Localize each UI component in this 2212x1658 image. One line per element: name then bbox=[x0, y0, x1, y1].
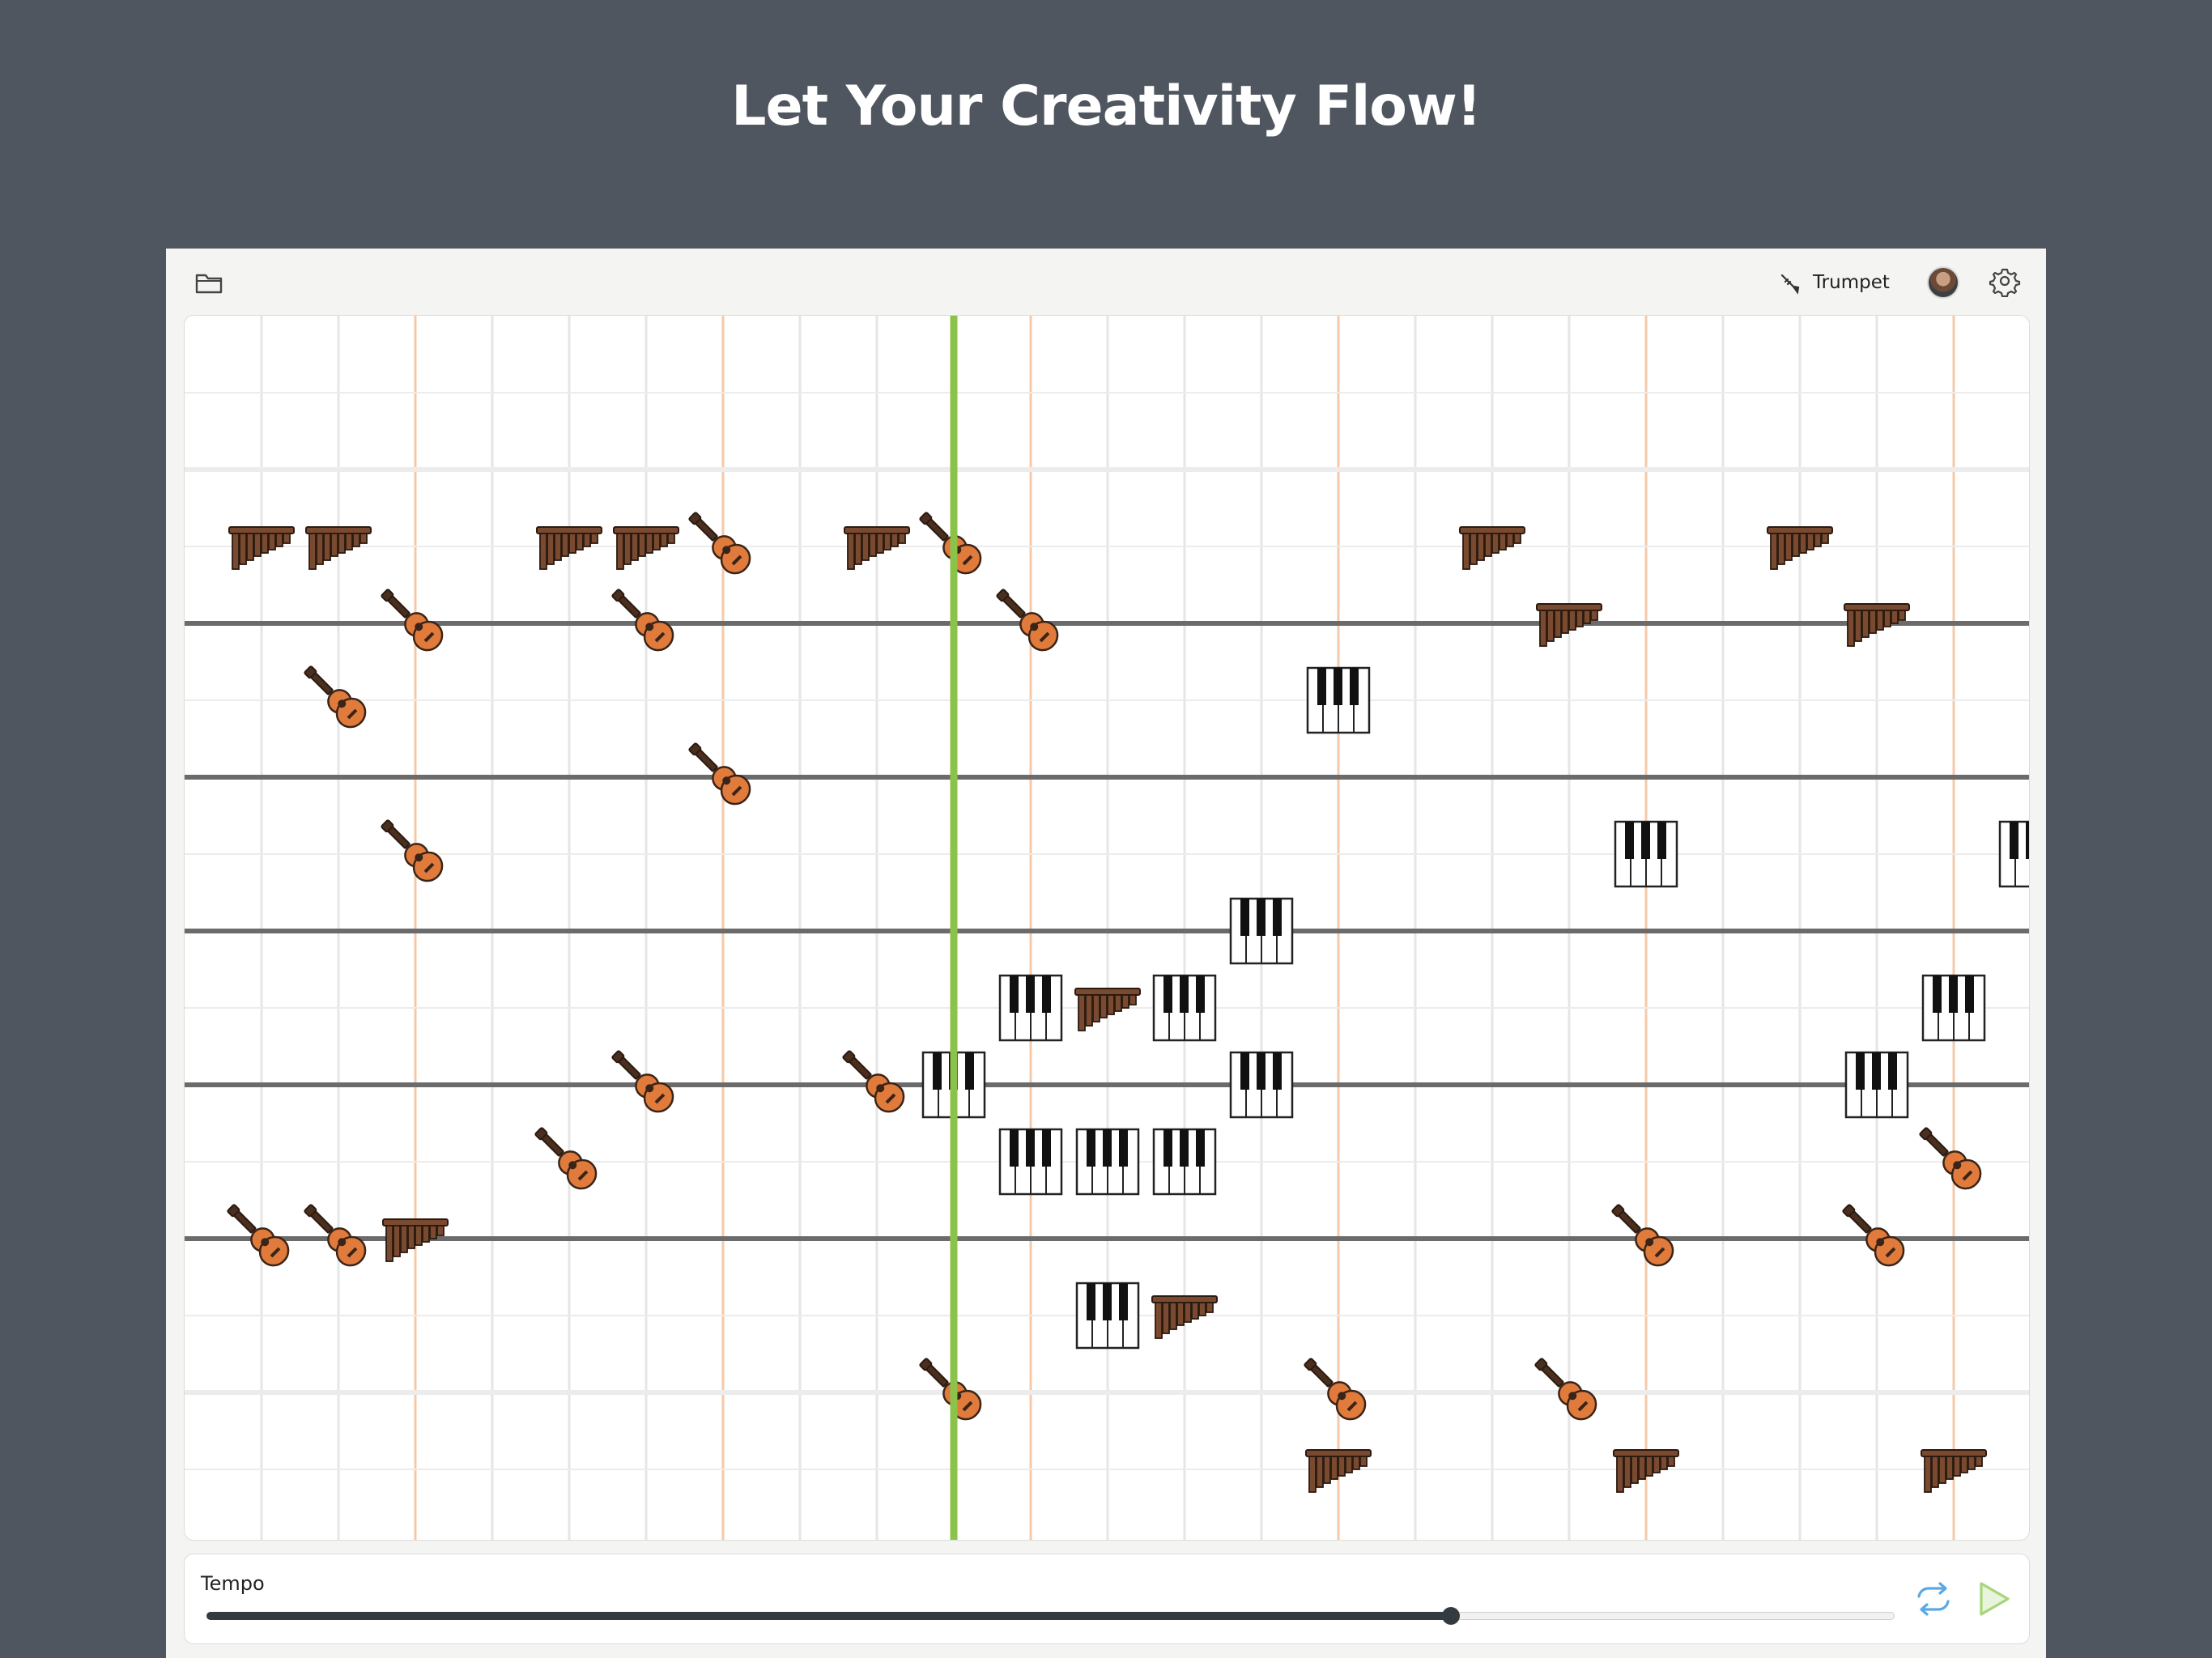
guitar-note[interactable] bbox=[372, 580, 449, 657]
app-window: Trumpet Tempo bbox=[166, 249, 2046, 1658]
headline: Let Your Creativity Flow! bbox=[731, 74, 1482, 138]
piano-note[interactable] bbox=[998, 1128, 1063, 1196]
guitar-note[interactable] bbox=[988, 580, 1065, 657]
guitar-note[interactable] bbox=[911, 1350, 988, 1426]
piano-note[interactable] bbox=[1306, 666, 1371, 734]
piano-note[interactable] bbox=[998, 974, 1063, 1042]
grid-canvas[interactable] bbox=[185, 316, 2029, 1540]
piano-note[interactable] bbox=[1229, 1051, 1294, 1119]
guitar-note[interactable] bbox=[603, 580, 680, 657]
guitar-note[interactable] bbox=[296, 657, 372, 734]
piano-note[interactable] bbox=[1998, 820, 2029, 888]
guitar-note[interactable] bbox=[1911, 1119, 1988, 1196]
tempo-slider-thumb[interactable] bbox=[1441, 1607, 1460, 1625]
guitar-note[interactable] bbox=[219, 1196, 296, 1273]
piano-note[interactable] bbox=[1229, 897, 1294, 965]
trumpet-icon bbox=[1780, 274, 1800, 295]
piano-note[interactable] bbox=[1921, 974, 1986, 1042]
user-avatar[interactable] bbox=[1927, 266, 1959, 299]
guitar-note[interactable] bbox=[1834, 1196, 1911, 1273]
guitar-note[interactable] bbox=[680, 504, 757, 580]
guitar-note[interactable] bbox=[296, 1196, 372, 1273]
piano-note[interactable] bbox=[1152, 1128, 1217, 1196]
piano-note[interactable] bbox=[1075, 1128, 1140, 1196]
play-icon[interactable] bbox=[1974, 1579, 2013, 1619]
piano-note[interactable] bbox=[1844, 1051, 1909, 1119]
guitar-note[interactable] bbox=[1603, 1196, 1680, 1273]
sequencer-grid[interactable] bbox=[184, 315, 2030, 1541]
loop-icon[interactable] bbox=[1911, 1579, 1956, 1619]
top-toolbar: Trumpet bbox=[166, 249, 2046, 313]
folder-icon[interactable] bbox=[193, 266, 225, 299]
guitar-note[interactable] bbox=[911, 504, 988, 580]
guitar-note[interactable] bbox=[1295, 1350, 1372, 1426]
piano-note[interactable] bbox=[1152, 974, 1217, 1042]
guitar-note[interactable] bbox=[834, 1042, 911, 1119]
guitar-note[interactable] bbox=[603, 1042, 680, 1119]
tempo-slider-fill bbox=[206, 1612, 1451, 1620]
tempo-label: Tempo bbox=[201, 1572, 265, 1595]
instrument-label: Trumpet bbox=[1813, 272, 1890, 293]
guitar-note[interactable] bbox=[680, 734, 757, 811]
tempo-panel: Tempo bbox=[184, 1554, 2030, 1644]
guitar-note[interactable] bbox=[526, 1119, 603, 1196]
guitar-note[interactable] bbox=[372, 811, 449, 888]
piano-note[interactable] bbox=[1614, 820, 1678, 888]
guitar-note[interactable] bbox=[1526, 1350, 1603, 1426]
tempo-slider[interactable] bbox=[206, 1607, 1895, 1625]
piano-note[interactable] bbox=[1075, 1282, 1140, 1350]
instrument-selector[interactable]: Trumpet bbox=[1777, 266, 1890, 299]
gear-icon[interactable] bbox=[1989, 265, 2021, 298]
